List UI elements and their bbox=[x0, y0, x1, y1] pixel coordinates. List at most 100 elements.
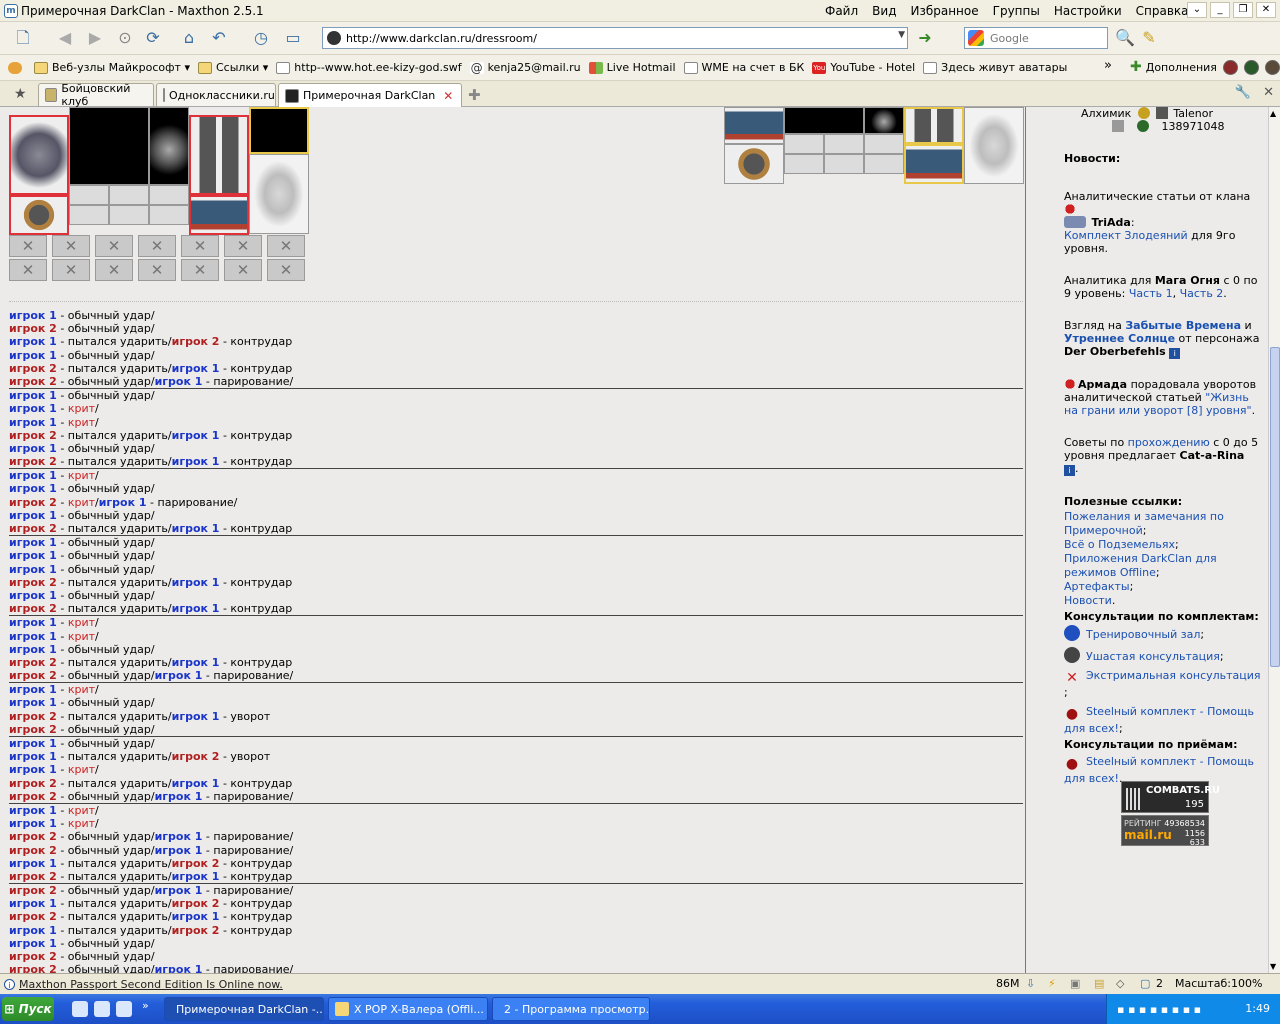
empty-slot[interactable] bbox=[864, 154, 904, 174]
undo-icon[interactable]: ↶ bbox=[208, 27, 230, 49]
highlight-icon[interactable]: ✎ bbox=[1138, 27, 1160, 49]
rune-slot[interactable] bbox=[181, 235, 219, 257]
rune-slot[interactable] bbox=[52, 235, 90, 257]
vertical-scrollbar[interactable]: ▲ ▼ bbox=[1268, 107, 1280, 973]
empty-slot[interactable] bbox=[784, 154, 824, 174]
empty-slot[interactable] bbox=[824, 134, 864, 154]
memory-usage[interactable]: 86M bbox=[996, 977, 1020, 990]
opponent-legs-slot[interactable] bbox=[904, 107, 964, 144]
favorites-heart-icon[interactable] bbox=[8, 61, 26, 74]
addon-icon[interactable] bbox=[1243, 59, 1259, 75]
lock-icon[interactable]: ▣ bbox=[1070, 977, 1080, 990]
menu-view[interactable]: Вид bbox=[865, 4, 903, 18]
home-icon[interactable]: ⌂ bbox=[178, 27, 200, 49]
useful-link[interactable]: Пожелания и замечания по Примерочной bbox=[1064, 510, 1224, 537]
notepad-icon[interactable] bbox=[94, 1001, 110, 1017]
menu-favorites[interactable]: Избранное bbox=[903, 4, 985, 18]
rune-slot[interactable] bbox=[138, 235, 176, 257]
restore-button[interactable]: ❐ bbox=[1233, 2, 1253, 18]
news-link[interactable]: Часть 1 bbox=[1129, 287, 1173, 300]
rune-slot[interactable] bbox=[224, 235, 262, 257]
popup-icon[interactable]: ▢ bbox=[1140, 977, 1150, 990]
news-link[interactable]: Забытые Времена bbox=[1125, 319, 1241, 332]
rune-slot[interactable] bbox=[267, 235, 305, 257]
boots-slot[interactable] bbox=[189, 195, 249, 235]
rune-slot[interactable] bbox=[9, 235, 47, 257]
kit-link[interactable]: Ушастая консультация bbox=[1086, 650, 1220, 663]
scroll-down-icon[interactable]: ▼ bbox=[1270, 962, 1276, 971]
address-dropdown-icon[interactable]: ▼ bbox=[898, 30, 905, 40]
info-icon[interactable]: i bbox=[1169, 348, 1181, 359]
favorite-item[interactable]: http--www.hot.ee-kizy-god.swf bbox=[276, 61, 462, 74]
back-icon[interactable]: ◀ bbox=[54, 27, 76, 49]
news-link[interactable]: прохождению bbox=[1128, 436, 1210, 449]
user-name-link[interactable]: Talenor bbox=[1173, 107, 1213, 120]
new-page-icon[interactable]: 🗋 bbox=[12, 27, 34, 49]
status-message[interactable]: Maxthon Passport Second Edition Is Onlin… bbox=[19, 978, 283, 991]
empty-slot[interactable] bbox=[149, 205, 189, 225]
opponent-pet-slot[interactable] bbox=[864, 107, 904, 134]
download-icon[interactable]: ⇩ bbox=[1026, 977, 1035, 990]
empty-slot[interactable] bbox=[149, 185, 189, 205]
scroll-up-icon[interactable]: ▲ bbox=[1270, 109, 1276, 118]
menu-file[interactable]: Файл bbox=[818, 4, 865, 18]
close-all-icon[interactable]: ✕ bbox=[1263, 85, 1274, 100]
empty-slot[interactable] bbox=[864, 134, 904, 154]
rune-slot[interactable] bbox=[95, 259, 133, 281]
kit-link[interactable]: Тренировочный зал bbox=[1086, 628, 1200, 641]
favorite-item[interactable]: WME на счет в БК bbox=[683, 61, 804, 74]
empty-slot[interactable] bbox=[109, 185, 149, 205]
close-button[interactable]: ✕ bbox=[1256, 2, 1276, 18]
useful-link[interactable]: Артефакты bbox=[1064, 580, 1130, 593]
favorite-item[interactable]: Ссылки ▾ bbox=[198, 61, 268, 74]
mail-rating-counter[interactable]: РЕЙТИНГ 49368534 mail.ru 1156 633 bbox=[1121, 815, 1209, 847]
info-icon[interactable]: i bbox=[1064, 465, 1075, 476]
addons-menu[interactable]: ✚ Дополнения bbox=[1130, 59, 1280, 75]
new-tab-icon[interactable]: ✚ bbox=[468, 86, 481, 104]
search-icon[interactable]: 🔍 bbox=[1114, 27, 1136, 49]
kit-link[interactable]: Экстримальная консультация bbox=[1086, 669, 1261, 682]
opponent-boots-top-slot[interactable] bbox=[724, 107, 784, 144]
history-icon[interactable]: ◷ bbox=[250, 27, 272, 49]
favorite-item[interactable]: Здесь живут аватары bbox=[923, 61, 1067, 74]
useful-link[interactable]: Приложения DarkClan для режимов Offline bbox=[1064, 552, 1217, 579]
window-icon[interactable]: ▭ bbox=[282, 27, 304, 49]
folder-icon[interactable]: ▤ bbox=[1094, 977, 1104, 990]
kit-link[interactable]: Steelный комплект - Помощь для всех! bbox=[1064, 705, 1254, 735]
opponent-boots-slot[interactable] bbox=[904, 144, 964, 184]
favorite-item[interactable]: You YouTube - Hotel bbox=[812, 61, 915, 74]
zoom-level[interactable]: Масштаб:100% bbox=[1175, 977, 1262, 990]
maxthon-quick-icon[interactable] bbox=[116, 1001, 132, 1017]
tab-odnoklassniki[interactable]: Одноклассники.ru bbox=[156, 83, 276, 106]
start-button[interactable]: ⊞ Пуск bbox=[2, 997, 54, 1021]
combats-counter[interactable]: COMBATS.RU 195 bbox=[1121, 781, 1220, 813]
useful-link[interactable]: Новости bbox=[1064, 594, 1112, 607]
news-link[interactable]: Утреннее Солнце bbox=[1064, 332, 1175, 345]
menu-settings[interactable]: Настройки bbox=[1047, 4, 1129, 18]
empty-slot[interactable] bbox=[824, 154, 864, 174]
task-button[interactable]: Примерочная DarkClan -... bbox=[164, 997, 324, 1021]
empty-slot[interactable] bbox=[69, 205, 109, 225]
empty-slot[interactable] bbox=[109, 205, 149, 225]
tag-icon[interactable]: ◇ bbox=[1116, 977, 1124, 990]
close-tab-icon[interactable]: ✕ bbox=[443, 89, 453, 103]
favorite-item[interactable]: @ kenja25@mail.ru bbox=[469, 61, 581, 74]
search-input[interactable]: Google bbox=[964, 27, 1108, 49]
lightning-icon[interactable]: ⚡ bbox=[1048, 977, 1056, 990]
cloak-slot[interactable] bbox=[249, 107, 309, 154]
rune-slot[interactable] bbox=[181, 259, 219, 281]
clock[interactable]: 1:49 bbox=[1245, 1002, 1270, 1015]
task-button[interactable]: 2 - Программа просмотр... bbox=[492, 997, 650, 1021]
rune-slot[interactable] bbox=[138, 259, 176, 281]
rune-slot[interactable] bbox=[9, 259, 47, 281]
go-icon[interactable]: ➜ bbox=[914, 27, 936, 49]
stop-icon[interactable]: ⊙ bbox=[114, 27, 136, 49]
more-favorites-icon[interactable]: » bbox=[1104, 58, 1112, 73]
forward-icon[interactable]: ▶ bbox=[84, 27, 106, 49]
rune-slot[interactable] bbox=[52, 259, 90, 281]
legs-slot[interactable] bbox=[189, 115, 249, 195]
menu-groups[interactable]: Группы bbox=[986, 4, 1047, 18]
rune-slot[interactable] bbox=[267, 259, 305, 281]
collapse-icon[interactable]: ⌄ bbox=[1187, 2, 1207, 18]
empty-slot[interactable] bbox=[784, 134, 824, 154]
